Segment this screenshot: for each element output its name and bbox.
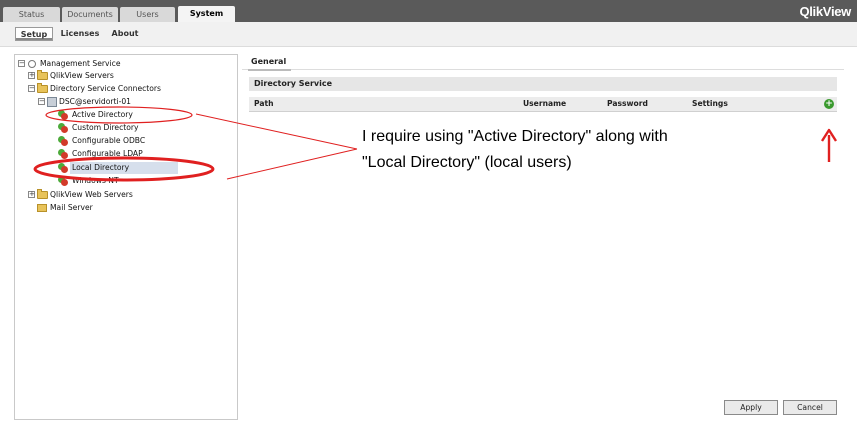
section-header: Directory Service [249,77,837,91]
expand-toggle-icon[interactable]: + [28,72,35,79]
table-header: Path Username Password Settings [249,97,837,112]
column-settings: Settings [692,99,728,108]
content-panel [242,69,844,421]
column-password: Password [607,99,648,108]
tab-system[interactable]: System [178,6,235,22]
tab-status[interactable]: Status [3,7,60,22]
mail-server-icon [37,204,47,212]
connector-icon [58,149,69,159]
connector-icon [58,136,69,146]
folder-icon [37,189,48,199]
annotation-text: I require using "Active Directory" along… [362,124,782,176]
tab-users[interactable]: Users [120,7,175,22]
connector-icon [58,110,69,120]
connector-icon [58,163,69,173]
annotation-line-2: "Local Directory" (local users) [362,154,572,171]
collapse-toggle-icon[interactable]: − [28,85,35,92]
tab-documents[interactable]: Documents [62,7,118,22]
folder-open-icon [37,83,48,93]
connector-icon [58,176,69,186]
column-path: Path [254,99,274,108]
connector-icon [58,123,69,133]
cancel-button[interactable]: Cancel [783,400,837,415]
tab-general[interactable]: General [248,55,291,71]
expand-toggle-icon[interactable]: + [28,191,35,198]
add-icon[interactable]: + [824,99,834,109]
collapse-toggle-icon[interactable]: − [18,60,25,67]
folder-icon [37,70,48,80]
apply-button[interactable]: Apply [724,400,778,415]
annotation-line-1: I require using "Active Directory" along… [362,128,668,145]
qlikview-logo: QlikView [799,4,851,19]
tab-about[interactable]: About [108,27,142,41]
dsc-icon [47,97,57,107]
column-username: Username [523,99,567,108]
tab-licenses[interactable]: Licenses [58,27,102,41]
collapse-toggle-icon[interactable]: − [38,98,45,105]
tree-panel: − Management Service + QlikView Servers … [14,54,238,420]
tab-setup[interactable]: Setup [15,27,53,41]
service-icon [27,59,38,69]
top-nav-bar: Status Documents Users System QlikView [0,0,857,22]
sub-nav-bar: Setup Licenses About [0,22,857,47]
